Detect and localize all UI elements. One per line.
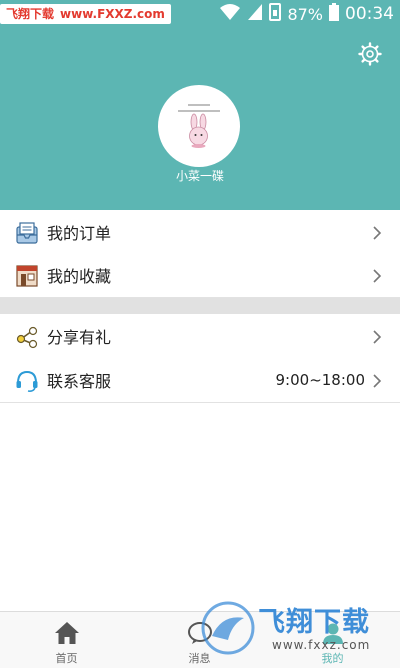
chevron-right-icon — [372, 373, 382, 388]
menu-item-customer-service-label: 联系客服 — [47, 372, 112, 391]
watermark-bottom: 飞翔下载 www.fxxz.com — [198, 598, 394, 664]
battery-icon — [329, 3, 339, 25]
status-bar: 飞翔下载 www.FXXZ.com 87% 00:34 — [0, 0, 400, 28]
headset-icon — [15, 369, 39, 393]
wifi-icon — [219, 3, 241, 25]
watermark-logo-icon — [200, 600, 256, 656]
orders-icon — [15, 221, 39, 245]
watermark-bottom-name: 飞翔下载 — [258, 607, 370, 638]
menu-item-customer-service[interactable]: 联系客服 9:00~18:00 — [0, 358, 400, 403]
section-divider — [0, 298, 400, 314]
watermark-top: 飞翔下载 www.FXXZ.com — [0, 4, 171, 24]
share-icon — [15, 325, 39, 349]
battery-percent: 87% — [287, 4, 323, 24]
menu-item-orders[interactable]: 我的订单 — [0, 210, 400, 255]
nav-home-label: 首页 — [55, 652, 78, 665]
home-icon — [54, 621, 80, 645]
chevron-right-icon — [372, 329, 382, 344]
menu-item-favorites-label: 我的收藏 — [47, 267, 112, 286]
avatar-rabbit-image — [178, 104, 220, 148]
watermark-top-name: 飞翔下载 — [6, 7, 55, 21]
sim-icon — [269, 3, 282, 25]
status-indicators: 87% 00:34 — [219, 0, 394, 28]
signal-icon — [247, 3, 263, 25]
chevron-right-icon — [372, 268, 382, 283]
favorites-icon — [15, 264, 39, 288]
avatar[interactable] — [158, 85, 240, 167]
username: 小菜一碟 — [175, 169, 224, 183]
clock: 00:34 — [345, 4, 394, 24]
gear-icon[interactable] — [358, 42, 382, 66]
watermark-top-url: www.FXXZ.com — [60, 7, 165, 21]
chevron-right-icon — [372, 225, 382, 240]
menu-item-favorites[interactable]: 我的收藏 — [0, 253, 400, 298]
watermark-bottom-url: www.fxxz.com — [272, 638, 371, 652]
profile-header: 小菜一碟 — [0, 28, 400, 210]
nav-home[interactable]: 首页 — [0, 612, 133, 668]
service-hours: 9:00~18:00 — [275, 371, 365, 389]
menu-item-orders-label: 我的订单 — [47, 224, 112, 243]
menu-item-share[interactable]: 分享有礼 — [0, 314, 400, 359]
menu-item-share-label: 分享有礼 — [47, 328, 112, 347]
